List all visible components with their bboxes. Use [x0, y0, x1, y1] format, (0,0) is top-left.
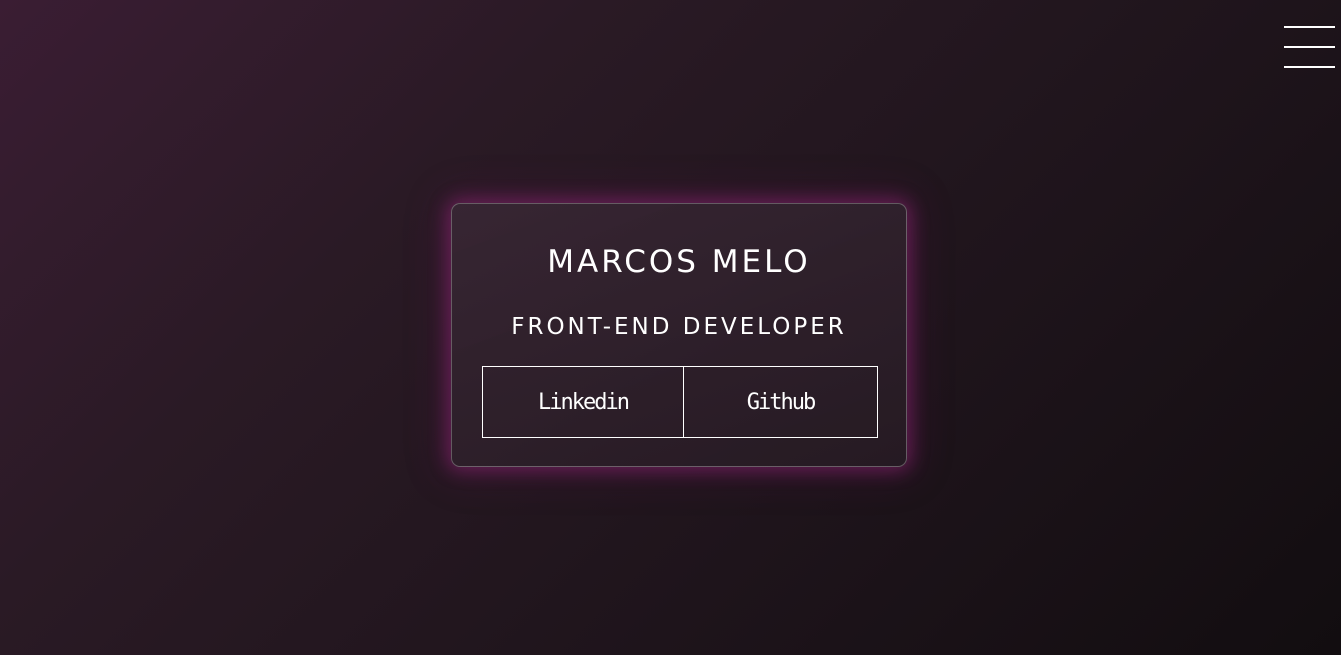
hamburger-menu-icon[interactable] — [1284, 24, 1335, 70]
social-links: Linkedin Github — [482, 366, 878, 438]
profile-role: FRONT-END DEVELOPER — [511, 314, 847, 340]
menu-bar-bottom — [1284, 66, 1335, 68]
profile-card: MARCOS MELO FRONT-END DEVELOPER Linkedin… — [451, 203, 907, 467]
menu-bar-top — [1284, 26, 1335, 28]
profile-name: MARCOS MELO — [547, 244, 811, 280]
linkedin-button[interactable]: Linkedin — [482, 366, 684, 438]
menu-bar-middle — [1284, 46, 1335, 48]
github-button[interactable]: Github — [683, 366, 878, 438]
